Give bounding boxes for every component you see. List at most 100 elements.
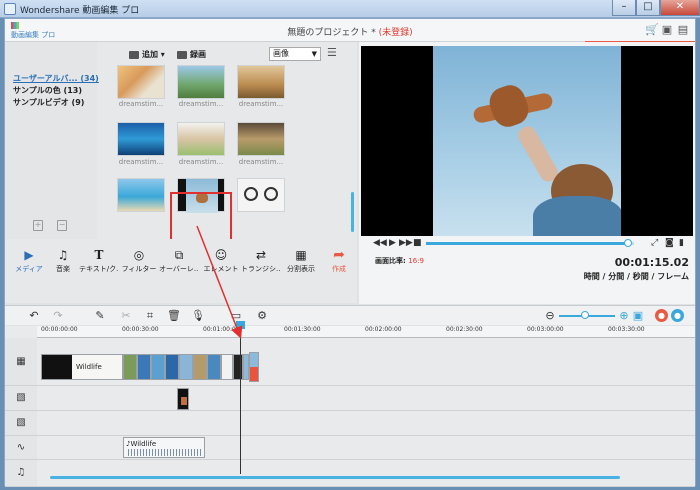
library-nav: ユーザーアルバ... (34) サンプルの色 (13) サンプルビデオ (9) … [5, 42, 99, 239]
undo-icon[interactable]: ↶ [27, 309, 41, 323]
window-titlebar: Wondershare 動画編集 プロ – □ ✕ [0, 0, 700, 18]
media-thumbnail[interactable] [237, 65, 285, 99]
clip-thumbnail [250, 353, 258, 367]
photo-clip[interactable] [179, 354, 193, 380]
timeline-ruler[interactable]: 00:00:00:00 00:00:30:00 00:01:00:00 00:0… [37, 326, 695, 338]
list-view-icon[interactable]: ☰ [327, 47, 339, 59]
pip-track-2[interactable] [37, 411, 695, 436]
video-clip[interactable]: Wildlife [41, 354, 123, 380]
photo-clip[interactable] [233, 354, 243, 380]
zoom-handle[interactable] [581, 311, 589, 319]
timecode-units: 時間 / 分間 / 秒間 / フレーム [583, 272, 689, 281]
nav-sample-videos[interactable]: サンプルビデオ (9) [13, 97, 84, 108]
seek-handle[interactable] [624, 239, 632, 247]
rewind-icon[interactable]: ◀◀ [373, 238, 387, 248]
media-thumbnail[interactable] [177, 65, 225, 99]
aspect-ratio[interactable]: 画面比率: 16:9 [375, 256, 424, 266]
fullscreen-icon[interactable]: ⤢ [651, 238, 658, 248]
seek-bar[interactable] [426, 239, 634, 247]
element-label: エレメント [203, 265, 239, 273]
filter-icon: ◎ [133, 248, 145, 262]
split-screen-button[interactable]: ▦ 分割表示 [281, 248, 321, 274]
export-icon: ➦ [333, 247, 345, 263]
photo-clip[interactable] [221, 354, 233, 380]
ruler-tick: 00:03:00:00 [527, 326, 564, 333]
overlay-button[interactable]: ⧉ オーバーレ... [159, 248, 199, 274]
dragged-clip[interactable] [249, 352, 259, 382]
media-thumbnail[interactable] [117, 178, 165, 212]
transition-button[interactable]: ⇄ トランジシ... [241, 248, 281, 274]
save-icon[interactable]: ▣ [661, 24, 673, 36]
crop-icon[interactable]: ⌗ [143, 309, 157, 323]
overlay-icon: ⧉ [174, 248, 184, 262]
element-button[interactable]: ☺ エレメント [201, 248, 241, 274]
maximize-button[interactable]: □ [636, 0, 660, 16]
fit-timeline-icon[interactable]: ▣ [631, 309, 645, 323]
cut-icon[interactable]: ✂ [119, 309, 133, 323]
audio-clip[interactable]: ♪Wildlife [123, 437, 205, 458]
audio-track[interactable]: ♪Wildlife [37, 436, 695, 460]
media-thumbnail[interactable] [237, 178, 285, 212]
play-icon[interactable]: ▶ [389, 238, 396, 248]
settings-icon[interactable]: ⚙ [255, 309, 269, 323]
video-track-head: ▦ [5, 338, 37, 386]
menu-icon[interactable]: ▤ [677, 24, 689, 36]
video-clip-label: Wildlife [76, 363, 102, 371]
cart-icon[interactable]: 🛒 [645, 24, 659, 36]
help-icon[interactable]: ● [655, 309, 668, 322]
minimize-button[interactable]: – [612, 0, 636, 16]
pip-track-1[interactable] [37, 386, 695, 411]
music-track[interactable] [37, 460, 695, 487]
video-preview[interactable] [361, 46, 693, 236]
pip-track-head-1: ▧ [5, 386, 37, 411]
photo-clip[interactable] [207, 354, 221, 380]
thumbnail-label: dreamstim... [178, 100, 224, 108]
ruler-tick: 00:01:30:00 [284, 326, 321, 333]
playhead[interactable] [240, 328, 241, 474]
stop-icon[interactable]: ■ [413, 238, 422, 248]
window-title: Wondershare 動画編集 プロ [20, 6, 140, 16]
forward-icon[interactable]: ▶▶ [399, 238, 413, 248]
record-button[interactable]: 録画 [177, 49, 206, 60]
more-icon[interactable]: ● [671, 309, 684, 322]
photo-clip[interactable] [151, 354, 165, 380]
media-thumbnail[interactable] [117, 122, 165, 156]
export-button[interactable]: ➦ 作成 [319, 248, 359, 274]
library-scrollbar[interactable] [351, 192, 354, 232]
music-button[interactable]: ♫ 音楽 [43, 248, 83, 274]
zoom-out-icon[interactable]: ⊖ [543, 309, 557, 323]
nav-user-album[interactable]: ユーザーアルバ... (34) [13, 73, 99, 84]
zoom-in-icon[interactable]: ⊕ [617, 309, 631, 323]
photo-clip[interactable] [137, 354, 151, 380]
photo-clip[interactable] [123, 354, 137, 380]
nav-sample-colors[interactable]: サンプルの色 (13) [13, 85, 82, 96]
text-button[interactable]: T テキスト/ク... [79, 248, 119, 274]
video-track[interactable]: Wildlife [37, 338, 695, 386]
media-icon: ▶ [24, 248, 34, 262]
snapshot-icon[interactable]: ◙ [665, 238, 674, 248]
delete-icon[interactable]: 🗑 [167, 309, 181, 323]
add-folder-icon[interactable]: + [33, 220, 43, 231]
redo-icon[interactable]: ↷ [51, 309, 65, 323]
filter-button[interactable]: ◎ フィルター [119, 248, 159, 274]
media-thumbnail[interactable] [177, 122, 225, 156]
add-label: 追加 [142, 50, 158, 59]
delete-folder-icon[interactable]: − [57, 220, 67, 231]
photo-clip[interactable] [165, 354, 179, 380]
volume-icon[interactable]: ▮ [679, 238, 684, 248]
split-label: 分割表示 [287, 265, 315, 273]
record-label: 録画 [190, 50, 206, 59]
close-button[interactable]: ✕ [660, 0, 700, 16]
wheel-shape [264, 187, 278, 201]
media-thumbnail[interactable] [237, 122, 285, 156]
media-type-select[interactable]: 画像 ▼ [269, 47, 321, 61]
add-button[interactable]: 追加 ▾ [129, 49, 165, 60]
clip-thumbnail [42, 355, 72, 379]
media-thumbnail[interactable] [117, 65, 165, 99]
timeline-scrollbar[interactable] [50, 476, 620, 479]
edit-icon[interactable]: ✎ [93, 309, 107, 323]
voiceover-icon[interactable]: 🎙 [191, 309, 205, 323]
overlay-clip[interactable] [177, 388, 189, 410]
photo-clip[interactable] [193, 354, 207, 380]
media-type-value: 画像 [273, 49, 289, 58]
